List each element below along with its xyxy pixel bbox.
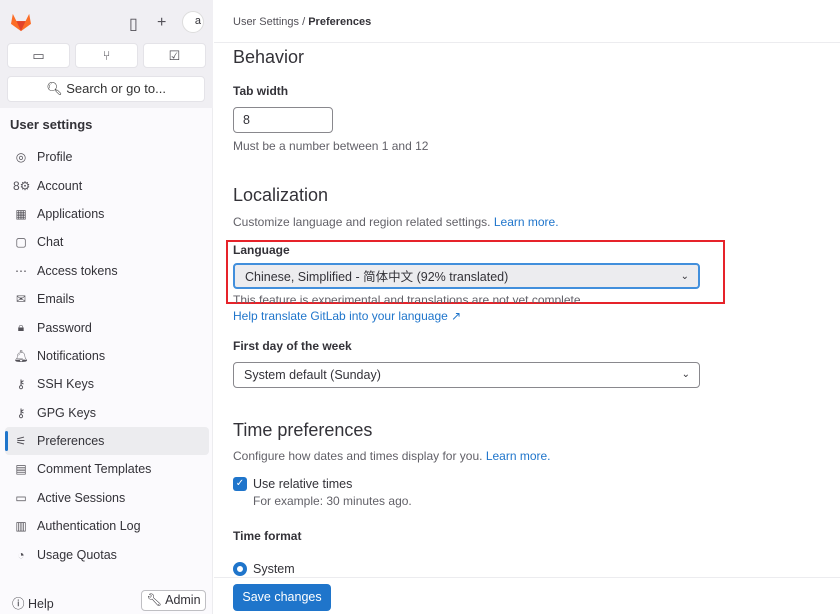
plus-icon[interactable]: + <box>157 14 166 32</box>
relative-times-label: Use relative times <box>253 477 353 491</box>
merge-requests-button[interactable]: ⑂ <box>75 43 138 68</box>
preferences-icon: ⚟ <box>15 434 27 449</box>
help-label: Help <box>28 597 54 611</box>
sidebar-item-label: Emails <box>37 292 75 307</box>
key-icon: ⚷ <box>16 377 26 392</box>
time-format-system-radio[interactable] <box>233 562 247 576</box>
time-format-label: Time format <box>233 529 302 543</box>
sidebar-item-ssh-keys[interactable]: ⚷ SSH Keys <box>5 370 209 398</box>
breadcrumb: User Settings / Preferences <box>233 16 371 28</box>
search-icon: 🔍︎ <box>46 81 63 96</box>
learn-more-link[interactable]: Learn more. <box>494 215 559 229</box>
sidebar-item-label: Comment Templates <box>37 462 152 477</box>
wrench-icon: 🔧︎ <box>146 593 163 607</box>
relative-times-help: For example: 30 minutes ago. <box>253 494 412 508</box>
bell-icon: 🔔︎ <box>13 348 29 363</box>
search-label: Search or go to... <box>66 81 166 96</box>
sidebar-item-label: Applications <box>37 206 105 221</box>
sidebar-item-password[interactable]: 🔒︎ Password <box>5 313 209 341</box>
log-icon: ▥ <box>15 519 27 534</box>
todos-button[interactable]: ☑ <box>143 43 206 68</box>
time-format-system-label: System <box>253 562 295 576</box>
sidebar-item-notifications[interactable]: 🔔︎ Notifications <box>5 342 209 370</box>
breadcrumb-parent[interactable]: User Settings <box>233 16 299 28</box>
sidebar-item-emails[interactable]: ✉ Emails <box>5 285 209 313</box>
external-link-icon: ↗ <box>451 309 462 323</box>
search-button[interactable]: 🔍︎ Search or go to... <box>7 76 205 102</box>
sidebar-item-applications[interactable]: ▦ Applications <box>5 200 209 228</box>
admin-button[interactable]: 🔧︎ Admin <box>141 590 206 611</box>
sidebar-top: ▯ + a ▭ ⑂ ☑ 🔍︎ Search or go to... <box>0 0 213 108</box>
profile-icon: ◎ <box>15 150 27 165</box>
sidebar-item-access-tokens[interactable]: ⋯ Access tokens <box>5 257 209 285</box>
sidebar-item-comment-templates[interactable]: ▤ Comment Templates <box>5 455 209 483</box>
sidebar: ▯ + a ▭ ⑂ ☑ 🔍︎ Search or go to... User s… <box>0 0 213 614</box>
first-day-select[interactable]: System default (Sunday) ⌄ <box>233 362 700 388</box>
sidebar-item-preferences[interactable]: ⚟ Preferences <box>5 426 209 456</box>
key-icon: ⚷ <box>16 405 26 420</box>
first-day-value: System default (Sunday) <box>244 368 381 382</box>
localization-heading: Localization <box>233 185 329 205</box>
sidebar-item-account[interactable]: 8⚙ Account <box>5 171 209 199</box>
sidebar-item-gpg-keys[interactable]: ⚷ GPG Keys <box>5 399 209 427</box>
account-icon: 8⚙ <box>13 178 31 193</box>
admin-label: Admin <box>165 593 201 607</box>
time-description: Configure how dates and times display fo… <box>233 449 551 463</box>
language-select[interactable]: Chinese, Simplified - 简体中文 (92% translat… <box>233 263 700 289</box>
localization-description: Customize language and region related se… <box>233 215 559 229</box>
sidebar-title: User settings <box>10 117 93 132</box>
tab-width-input[interactable]: 8 <box>233 107 333 133</box>
tab-width-help: Must be a number between 1 and 12 <box>233 139 429 153</box>
comment-icon: ▤ <box>15 462 27 477</box>
sidebar-item-label: Account <box>37 178 83 193</box>
tab-width-label: Tab width <box>233 84 289 98</box>
quota-icon: ◔ <box>17 547 25 562</box>
breadcrumb-current: Preferences <box>308 16 372 28</box>
save-changes-button[interactable]: Save changes <box>233 584 331 611</box>
language-value: Chinese, Simplified - 简体中文 (92% translat… <box>245 270 509 284</box>
avatar[interactable]: a <box>182 11 204 33</box>
relative-times-checkbox[interactable]: ✓ <box>233 477 247 491</box>
sidebar-item-label: Access tokens <box>37 263 118 278</box>
sidebar-item-label: Chat <box>37 235 64 250</box>
sidebar-item-profile[interactable]: ◎ Profile <box>5 143 209 171</box>
sidebar-toggle-icon[interactable]: ▯ <box>129 14 138 34</box>
lock-icon: 🔒︎ <box>17 320 25 335</box>
sidebar-nav: ◎ Profile 8⚙ Account ▦ Applications ▢ Chat ⋯ Acce… <box>5 143 209 569</box>
sidebar-item-label: Usage Quotas <box>37 547 117 562</box>
sidebar-item-label: Authentication Log <box>37 519 141 534</box>
sidebar-item-authentication-log[interactable]: ▥ Authentication Log <box>5 512 209 540</box>
sidebar-item-label: Notifications <box>37 348 106 363</box>
breadcrumb-separator: / <box>302 16 306 28</box>
monitor-icon: ▭ <box>15 490 27 505</box>
sidebar-item-label: Active Sessions <box>37 490 126 505</box>
email-icon: ✉ <box>15 292 27 307</box>
sidebar-item-label: SSH Keys <box>37 377 94 392</box>
sidebar-item-usage-quotas[interactable]: ◔ Usage Quotas <box>5 540 209 568</box>
main-content: User Settings / Preferences Behavior Tab… <box>214 0 840 614</box>
divider <box>214 42 840 43</box>
issues-button[interactable]: ▭ <box>7 43 70 68</box>
sidebar-item-label: Profile <box>37 150 73 165</box>
language-label: Language <box>233 243 290 257</box>
behavior-heading: Behavior <box>233 47 305 67</box>
applications-icon: ▦ <box>15 206 27 221</box>
help-translate-link[interactable]: Help translate GitLab into your language… <box>233 309 461 323</box>
language-help: This feature is experimental and transla… <box>233 293 584 303</box>
gitlab-logo-icon[interactable] <box>10 12 32 32</box>
chat-icon: ▢ <box>15 235 27 250</box>
sidebar-item-chat[interactable]: ▢ Chat <box>5 228 209 256</box>
token-icon: ⋯ <box>15 263 27 278</box>
sidebar-item-label: Preferences <box>37 434 105 449</box>
sidebar-item-label: GPG Keys <box>37 405 97 420</box>
help-button[interactable]: ⓘ Help <box>12 593 54 612</box>
help-icon: ⓘ <box>12 597 25 611</box>
chevron-down-icon: ⌄ <box>680 271 689 282</box>
sidebar-item-active-sessions[interactable]: ▭ Active Sessions <box>5 484 209 512</box>
first-day-label: First day of the week <box>233 339 352 353</box>
learn-more-link[interactable]: Learn more. <box>486 449 551 463</box>
chevron-down-icon: ⌄ <box>681 369 690 380</box>
time-preferences-heading: Time preferences <box>233 420 373 440</box>
sidebar-item-label: Password <box>37 320 92 335</box>
